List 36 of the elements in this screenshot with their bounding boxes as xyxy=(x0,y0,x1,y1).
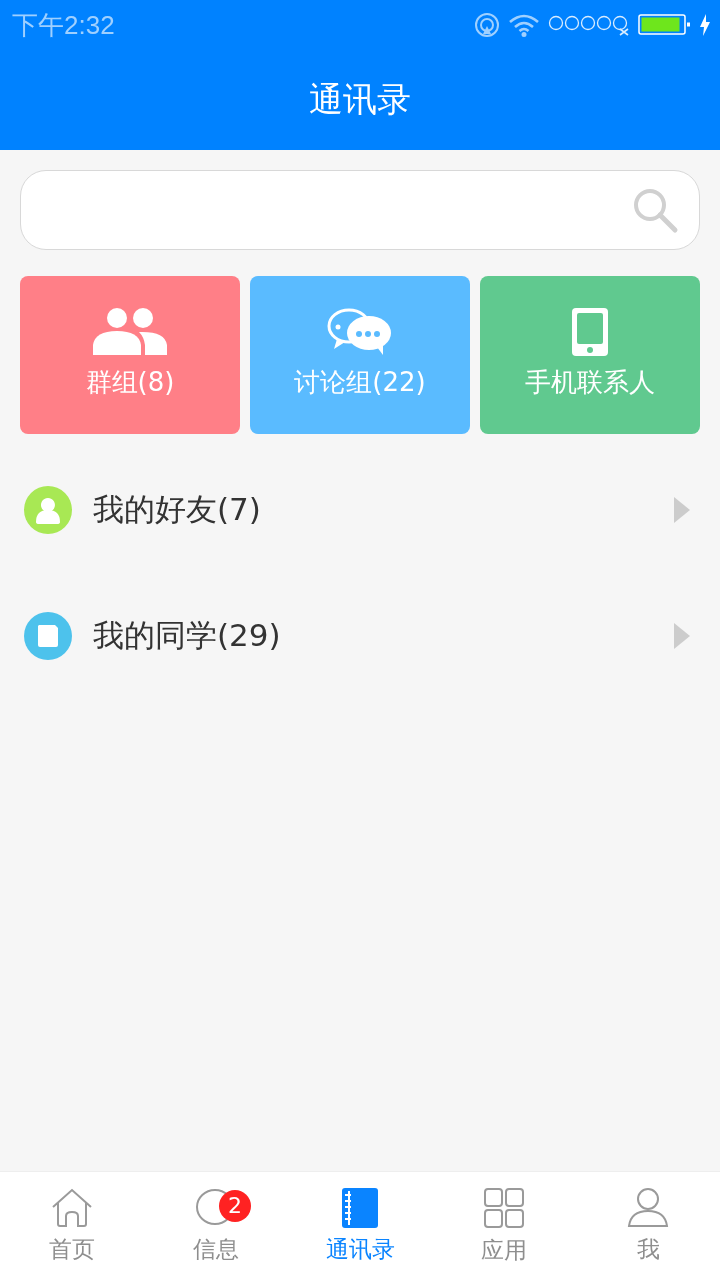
phone-icon xyxy=(571,307,609,357)
chevron-right-icon xyxy=(674,497,690,523)
tile-label: 群组(8) xyxy=(85,366,175,399)
contact-category-tile[interactable]: 手机联系人 xyxy=(480,276,700,434)
person-icon xyxy=(24,486,72,534)
unread-badge: 2 xyxy=(219,1189,251,1222)
row-label: 我的好友(7) xyxy=(93,490,262,529)
tab[interactable]: 首页 xyxy=(0,1172,144,1280)
user-icon xyxy=(627,1187,669,1228)
hotspot-icon xyxy=(474,12,500,38)
row-label: 我的同学(29) xyxy=(93,616,282,655)
signal-icon xyxy=(548,14,630,36)
contact-category-tile[interactable]: 讨论组(22) xyxy=(250,276,470,434)
battery-icon xyxy=(638,13,692,37)
search-field[interactable] xyxy=(20,170,700,250)
tab[interactable]: 我 xyxy=(576,1172,720,1280)
grid-icon xyxy=(483,1186,525,1229)
tab[interactable]: 通讯录 xyxy=(288,1172,432,1280)
book-icon xyxy=(24,612,72,660)
home-icon xyxy=(51,1187,93,1228)
contact-group-row[interactable]: 我的好友(7) xyxy=(20,447,700,573)
tab[interactable]: 应用 xyxy=(432,1172,576,1280)
notebook-icon xyxy=(341,1187,379,1228)
chevron-right-icon xyxy=(674,623,690,649)
page-title: 通讯录 xyxy=(309,78,411,121)
chat-bubbles-icon xyxy=(327,307,393,357)
status-time: 下午2:32 xyxy=(12,8,115,42)
tile-label: 讨论组(22) xyxy=(294,366,426,399)
tile-label: 手机联系人 xyxy=(525,366,655,399)
charging-icon xyxy=(700,14,710,36)
search-icon xyxy=(631,186,679,234)
tab[interactable]: 2 信息 xyxy=(144,1172,288,1280)
contact-group-row[interactable]: 我的同学(29) xyxy=(20,573,700,699)
wifi-icon xyxy=(508,13,540,37)
contact-category-tile[interactable]: 群组(8) xyxy=(20,276,240,434)
people-icon xyxy=(92,307,168,357)
